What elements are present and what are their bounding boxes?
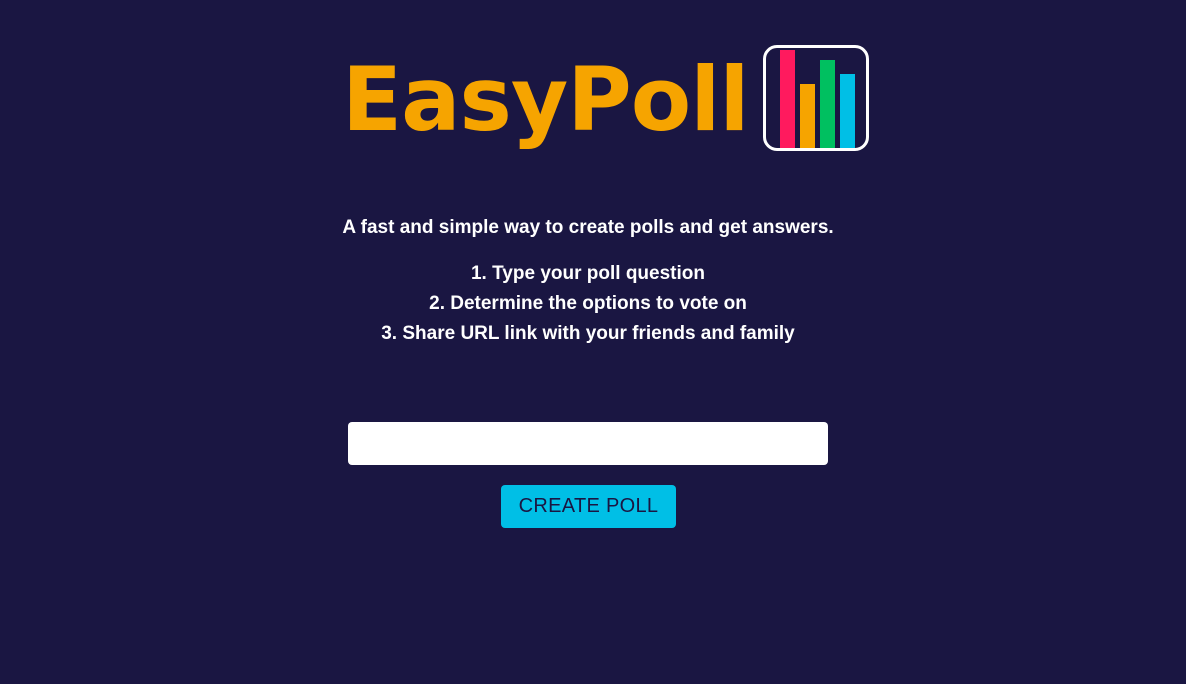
logo-bar	[779, 50, 795, 148]
tagline: A fast and simple way to create polls an…	[342, 217, 834, 238]
step-item: 3. Share URL link with your friends and …	[381, 323, 795, 344]
bar-chart-icon	[762, 45, 869, 151]
steps-list: 1. Type your poll question 2. Determine …	[0, 259, 1176, 349]
step-item: 2. Determine the options to vote on	[429, 293, 747, 314]
logo-bar	[799, 84, 815, 148]
logo: EasyPoll	[342, 44, 869, 156]
poll-question-input[interactable]	[348, 422, 828, 465]
logo-text: EasyPoll	[342, 48, 750, 151]
create-poll-button[interactable]: CREATE POLL	[501, 485, 676, 528]
logo-bar	[839, 74, 855, 148]
step-item: 1. Type your poll question	[470, 263, 705, 284]
logo-bar	[819, 60, 835, 148]
